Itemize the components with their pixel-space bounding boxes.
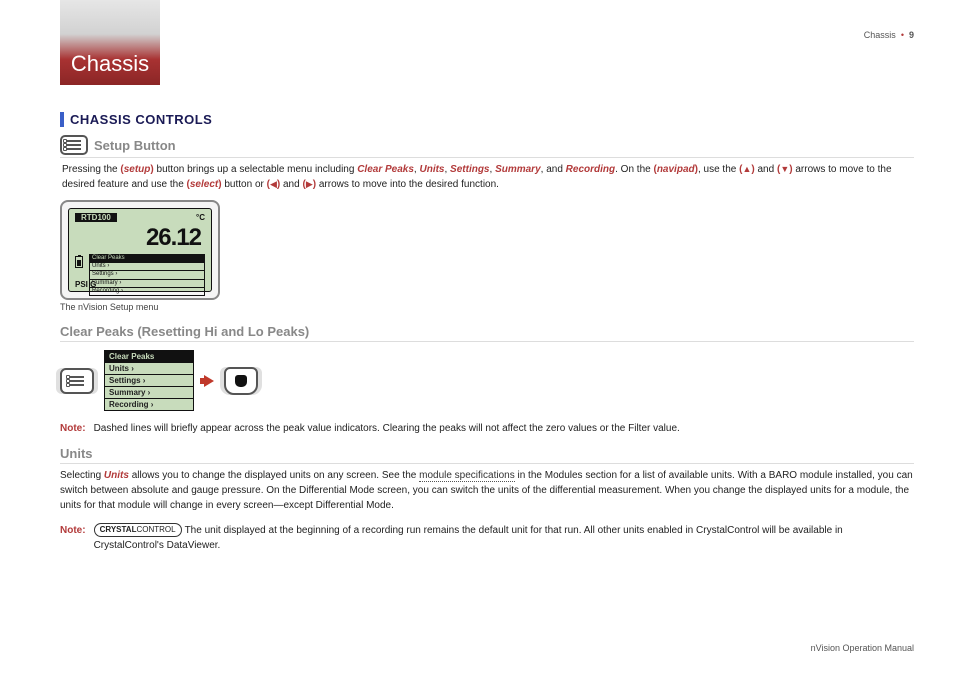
clear-peaks-heading: Clear Peaks (Resetting Hi and Lo Peaks) <box>60 324 914 342</box>
units-heading: Units <box>60 446 914 464</box>
setup-paragraph: Pressing the (setup) button brings up a … <box>60 162 914 192</box>
lcd-psi-label: PSI G <box>75 280 96 289</box>
lcd-sensor-label: RTD100 <box>75 213 117 222</box>
footer-manual-title: nVision Operation Manual <box>811 643 914 653</box>
note-label: Note: <box>60 421 86 436</box>
note-body: CRYSTALCONTROLThe unit displayed at the … <box>94 523 914 553</box>
module-specifications-link[interactable]: module specifications <box>419 470 515 482</box>
lcd-menu-item: Units › <box>90 263 204 271</box>
figure-caption: The nVision Setup menu <box>60 302 914 312</box>
left-arrow-icon: ◀ <box>270 178 277 192</box>
note-label: Note: <box>60 523 86 553</box>
setup-icon <box>60 135 88 155</box>
chapter-tab: Chassis <box>60 0 160 85</box>
crystalcontrol-logo: CRYSTALCONTROL <box>94 523 182 537</box>
lcd-unit: °C <box>196 213 205 222</box>
page-number: 9 <box>909 30 914 40</box>
select-button-icon <box>224 367 258 395</box>
setup-button-icon <box>60 368 94 394</box>
lcd-menu-item: Summary › <box>90 280 204 288</box>
setup-button-heading-text: Setup Button <box>94 138 176 153</box>
setup-button-heading: Setup Button <box>60 135 914 158</box>
chapter-title: Chassis <box>71 51 149 77</box>
sequence-arrow-icon <box>204 375 214 387</box>
clear-peaks-note: Note: Dashed lines will briefly appear a… <box>60 421 914 436</box>
units-paragraph: Selecting Units allows you to change the… <box>60 468 914 513</box>
menu-item: Summary › <box>105 387 193 399</box>
page-header-section: Chassis <box>864 30 896 40</box>
page-header-ref: Chassis • 9 <box>864 30 914 40</box>
note-body: Dashed lines will briefly appear across … <box>94 421 914 436</box>
menu-item: Units › <box>105 363 193 375</box>
clear-peaks-menu: Clear Peaks Units › Settings › Summary ›… <box>104 350 194 411</box>
section-title: CHASSIS CONTROLS <box>60 112 914 127</box>
units-note: Note: CRYSTALCONTROLThe unit displayed a… <box>60 523 914 553</box>
battery-icon <box>75 256 83 268</box>
clear-peaks-sequence: Clear Peaks Units › Settings › Summary ›… <box>60 350 914 411</box>
menu-item: Clear Peaks <box>105 351 193 363</box>
right-arrow-icon: ▶ <box>306 178 313 192</box>
lcd-menu-item: Recording › <box>90 288 204 295</box>
lcd-menu-item: Clear Peaks <box>90 255 204 263</box>
down-arrow-icon: ▼ <box>780 163 789 177</box>
menu-item: Settings › <box>105 375 193 387</box>
lcd-menu-item: Settings › <box>90 271 204 279</box>
device-screenshot: RTD100 °C 26.12 Clear Peaks Units › Sett… <box>60 200 220 300</box>
lcd-reading: 26.12 <box>75 224 201 252</box>
menu-item: Recording › <box>105 399 193 410</box>
lcd-setup-menu: Clear Peaks Units › Settings › Summary ›… <box>89 254 205 296</box>
